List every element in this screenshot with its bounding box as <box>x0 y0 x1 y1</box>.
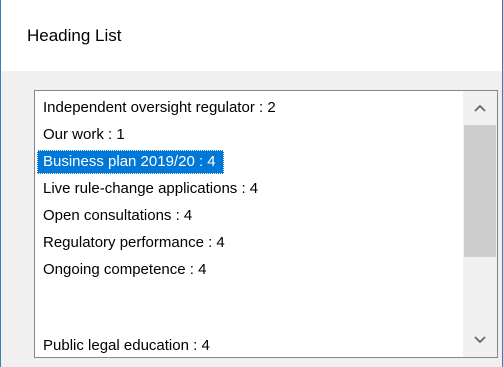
list-item[interactable]: Independent oversight regulator : 2 <box>37 96 284 120</box>
chevron-up-icon <box>474 99 486 117</box>
heading-list-items: Independent oversight regulator : 2 Our … <box>35 91 463 357</box>
list-item[interactable]: Ongoing competence : 4 <box>37 258 214 282</box>
chevron-down-icon <box>474 331 486 349</box>
list-item[interactable]: Open consultations : 4 <box>37 204 200 228</box>
list-item[interactable]: Regulatory performance : 4 <box>37 231 233 255</box>
scroll-down-button[interactable] <box>463 323 497 357</box>
list-item[interactable]: Live rule-change applications : 4 <box>37 177 266 201</box>
vertical-scrollbar[interactable] <box>463 91 497 357</box>
dialog-title: Heading List <box>27 26 122 45</box>
list-item[interactable]: Public legal education : 4 <box>37 334 218 357</box>
heading-list-dialog: Heading List Independent oversight regul… <box>0 0 503 367</box>
scroll-up-button[interactable] <box>463 91 497 125</box>
heading-listbox[interactable]: Independent oversight regulator : 2 Our … <box>34 90 498 358</box>
dialog-title-bar: Heading List <box>1 0 502 71</box>
list-item-selected[interactable]: Business plan 2019/20 : 4 <box>37 150 224 174</box>
list-item[interactable]: Our work : 1 <box>37 123 133 147</box>
scrollbar-thumb[interactable] <box>464 125 496 257</box>
